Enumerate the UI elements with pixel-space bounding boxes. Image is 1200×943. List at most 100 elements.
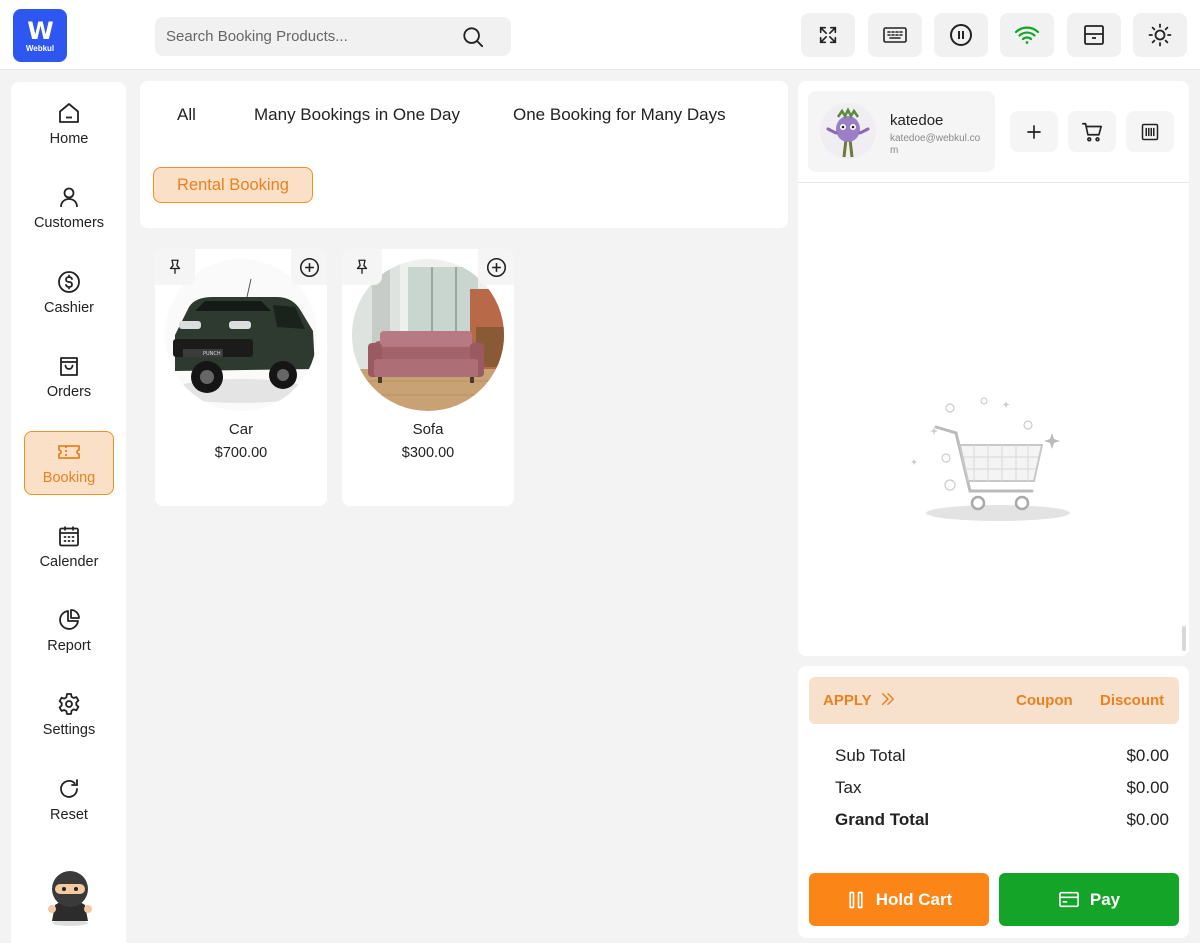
- cart-panel: katedoe katedoe@webkul.com: [798, 81, 1189, 656]
- pause-icon: [950, 24, 972, 46]
- sidebar-item-label: Orders: [46, 384, 92, 400]
- category-tab-many-bookings-one-day[interactable]: Many Bookings in One Day: [254, 105, 460, 125]
- tax-value: $0.00: [1126, 778, 1169, 797]
- pin-button[interactable]: [155, 249, 195, 285]
- calendar-icon: [59, 526, 79, 547]
- ticket-icon: [58, 445, 80, 459]
- sidebar-item-label: Booking: [42, 470, 96, 486]
- user-avatar[interactable]: [43, 865, 97, 927]
- sidebar-item-customers[interactable]: Customers: [24, 176, 114, 240]
- double-chevron-right-icon: [882, 693, 894, 705]
- gear-icon: [58, 693, 80, 715]
- subtotal-row: Sub Total $0.00: [835, 746, 1169, 766]
- sidebar-item-report[interactable]: Report: [24, 599, 114, 663]
- empty-cart-illustration: [911, 397, 1070, 521]
- customer-avatar: [820, 103, 876, 159]
- sun-icon: [1148, 23, 1172, 47]
- user-icon: [60, 187, 78, 208]
- sidebar-item-label: Home: [49, 131, 89, 147]
- sidebar-item-settings[interactable]: Settings: [24, 683, 114, 747]
- fullscreen-button[interactable]: [801, 13, 855, 57]
- wifi-button[interactable]: [1000, 13, 1054, 57]
- add-customer-button[interactable]: [1010, 111, 1058, 152]
- category-panel: All Many Bookings in One Day One Booking…: [140, 81, 788, 228]
- product-price: $300.00: [401, 445, 455, 461]
- keyboard-icon: [883, 27, 907, 43]
- bag-icon: [60, 357, 78, 376]
- category-tab-all[interactable]: All: [177, 105, 196, 125]
- barcode-icon: [1141, 123, 1159, 140]
- add-to-cart-button[interactable]: [291, 249, 327, 285]
- apply-label[interactable]: APPLY: [823, 692, 872, 709]
- plus-circle-icon: [299, 257, 319, 277]
- product-card-sofa[interactable]: Sofa $300.00: [342, 249, 514, 506]
- logo-text: Webkul: [25, 43, 55, 53]
- subtotal-label: Sub Total: [835, 746, 906, 765]
- cart-button[interactable]: [1068, 111, 1116, 152]
- product-card-car[interactable]: PUNCH Car $700.00: [155, 249, 327, 506]
- panel-divider: [798, 182, 1189, 183]
- sidebar-item-label: Cashier: [44, 300, 94, 316]
- tax-row: Tax $0.00: [835, 778, 1169, 798]
- apply-bar: APPLY Coupon Discount: [809, 677, 1179, 724]
- customer-name: katedoe: [890, 112, 944, 129]
- sidebar-item-label: Report: [47, 638, 91, 654]
- pie-chart-icon: [59, 609, 80, 630]
- plus-circle-icon: [486, 257, 506, 277]
- totals-panel: APPLY Coupon Discount Sub Total $0.00 Ta…: [798, 666, 1189, 938]
- pause-button[interactable]: [934, 13, 988, 57]
- reset-icon: [60, 779, 78, 798]
- sidebar-item-calender[interactable]: Calender: [24, 515, 114, 579]
- sidebar-item-orders[interactable]: Orders: [24, 345, 114, 409]
- wifi-icon: [1014, 26, 1040, 44]
- dollar-icon: [58, 271, 80, 293]
- svg-text:PUNCH: PUNCH: [203, 351, 221, 357]
- card-icon: [1058, 891, 1079, 907]
- webkul-logo[interactable]: W Webkul: [13, 9, 67, 62]
- product-name: Sofa: [412, 421, 444, 438]
- add-to-cart-button[interactable]: [478, 249, 514, 285]
- sidebar-item-home[interactable]: Home: [24, 92, 114, 156]
- customer-email: katedoe@webkul.com: [890, 133, 981, 156]
- plus-icon: [1027, 124, 1041, 139]
- coupon-link[interactable]: Coupon: [1016, 692, 1073, 709]
- sidebar-item-label: Calender: [39, 554, 99, 570]
- cash-drawer-button[interactable]: [1067, 13, 1121, 57]
- sidebar-item-reset[interactable]: Reset: [24, 768, 114, 832]
- product-price: $700.00: [214, 445, 268, 461]
- grand-total-label: Grand Total: [835, 810, 930, 829]
- top-bar: W Webkul: [0, 0, 1200, 70]
- category-chip-rental-booking[interactable]: Rental Booking: [153, 167, 313, 203]
- hold-cart-label: Hold Cart: [875, 889, 953, 909]
- hold-icon: [849, 891, 863, 908]
- drawer-icon: [1084, 25, 1104, 45]
- sidebar-item-label: Reset: [50, 807, 88, 823]
- tax-label: Tax: [835, 778, 862, 797]
- sidebar: Home Customers Cashier Orders Booking Ca…: [11, 82, 126, 943]
- fullscreen-icon: [819, 26, 837, 44]
- category-tab-one-booking-many-days[interactable]: One Booking for Many Days: [513, 105, 726, 125]
- product-name: Car: [228, 421, 254, 438]
- discount-link[interactable]: Discount: [1100, 692, 1164, 709]
- home-icon: [59, 103, 79, 123]
- sidebar-item-label: Settings: [42, 722, 96, 738]
- subtotal-value: $0.00: [1126, 746, 1169, 765]
- search-icon[interactable]: [462, 26, 484, 48]
- cart-icon: [1082, 122, 1102, 142]
- theme-toggle-button[interactable]: [1133, 13, 1187, 57]
- hold-cart-button[interactable]: Hold Cart: [809, 873, 989, 926]
- pin-icon: [169, 259, 181, 274]
- search-input[interactable]: [166, 28, 456, 45]
- sidebar-item-cashier[interactable]: Cashier: [24, 261, 114, 325]
- grand-total-row: Grand Total $0.00: [835, 810, 1169, 830]
- keyboard-button[interactable]: [868, 13, 922, 57]
- barcode-button[interactable]: [1126, 111, 1174, 152]
- cart-scrollbar[interactable]: [1182, 626, 1186, 651]
- search-bar: [155, 17, 511, 56]
- pay-label: Pay: [1089, 889, 1121, 909]
- sidebar-item-booking[interactable]: Booking: [24, 431, 114, 495]
- pay-button[interactable]: Pay: [999, 873, 1179, 926]
- customer-card[interactable]: katedoe katedoe@webkul.com: [808, 91, 995, 172]
- pin-button[interactable]: [342, 249, 382, 285]
- grand-total-value: $0.00: [1126, 810, 1169, 829]
